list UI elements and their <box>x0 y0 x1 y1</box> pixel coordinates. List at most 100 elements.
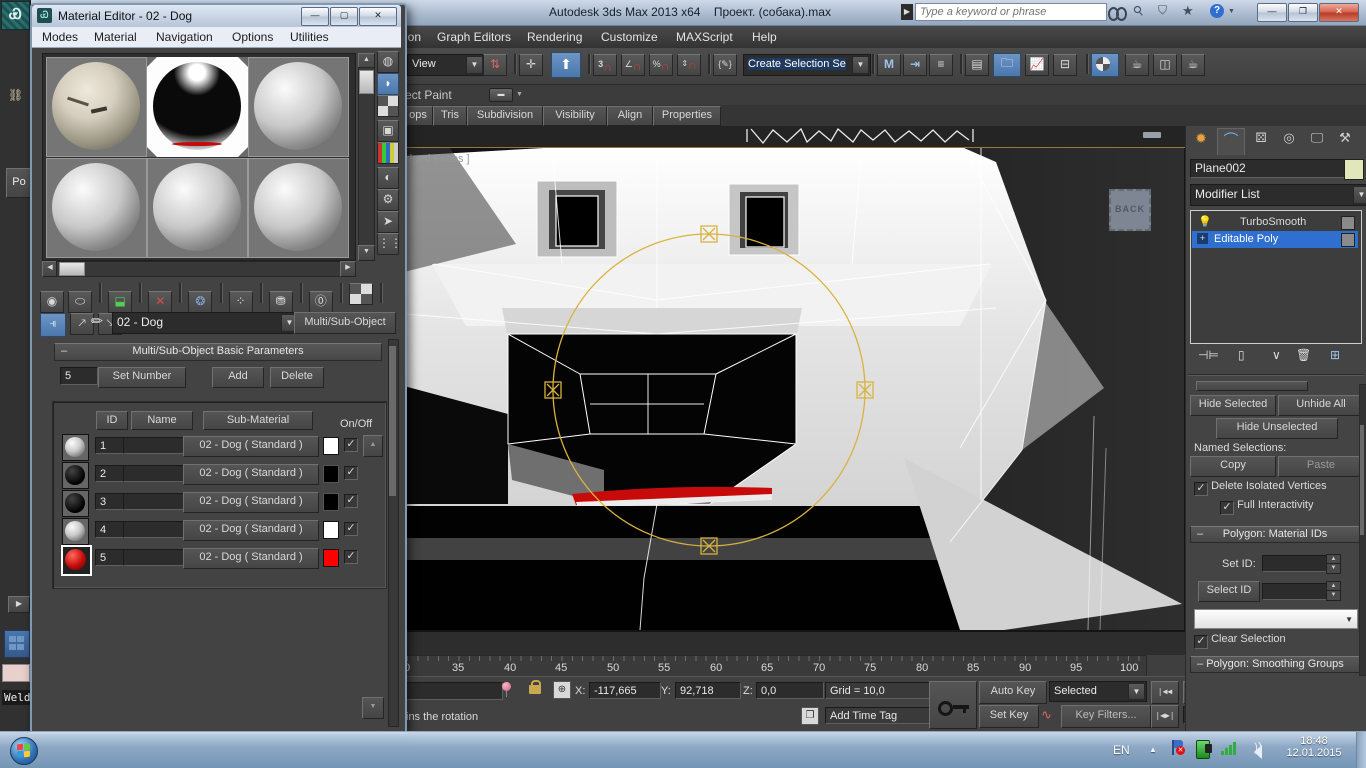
start-button[interactable] <box>5 734 43 768</box>
viewport[interactable]: dged Faces ] BACK <box>403 147 1187 633</box>
slots-vscroll-track[interactable] <box>358 67 375 247</box>
submaterial-button[interactable]: 02 - Dog ( Standard ) <box>183 548 319 569</box>
tab-motion[interactable]: ◎ <box>1277 130 1301 152</box>
max-logo-icon[interactable]: Ꮿ <box>1 1 30 30</box>
submaterial-name-field[interactable] <box>123 437 185 454</box>
basic-parameters-rollout-header[interactable]: Multi/Sub-Object Basic Parameters <box>54 343 382 361</box>
snap-toggle-3d-icon[interactable]: 3∩ <box>593 54 617 76</box>
set-id-field[interactable] <box>1262 555 1330 572</box>
rendered-frame-window-icon[interactable]: ◫ <box>1153 54 1177 76</box>
infocenter-expand-icon[interactable]: ▶ <box>901 4 913 20</box>
named-selection-set-dropdown[interactable]: Create Selection Se▼ <box>743 54 871 76</box>
select-id-spinner[interactable] <box>1326 581 1341 601</box>
me-menu-options[interactable]: Options <box>232 30 273 44</box>
grid-blue-icon[interactable] <box>4 630 30 658</box>
curve-editor-icon[interactable]: 🗀 <box>993 53 1021 77</box>
put-material-to-scene-icon[interactable]: ⬭ <box>68 291 92 313</box>
object-paint-flyout-button[interactable]: ▬ <box>489 88 513 102</box>
stack-item-button[interactable] <box>1341 233 1355 247</box>
me-menu-utilities[interactable]: Utilities <box>290 30 329 44</box>
checkbox-box[interactable] <box>1194 635 1208 649</box>
submaterial-name-field[interactable] <box>123 493 185 510</box>
communicator-icon[interactable]: ❐ <box>801 707 819 725</box>
submaterial-color-swatch[interactable] <box>323 493 339 511</box>
slots-hscroll-track[interactable] <box>56 261 342 277</box>
get-material-icon[interactable]: ◉ <box>40 291 64 313</box>
paste-button[interactable]: Paste <box>1278 456 1364 477</box>
rollout-scroll-down-button[interactable]: ▼ <box>362 697 384 719</box>
make-unique-icon[interactable]: ∨ <box>1272 348 1281 362</box>
submaterial-onoff-checkbox[interactable] <box>344 466 358 480</box>
delete-isolated-vertices-checkbox[interactable]: Delete Isolated Vertices <box>1194 480 1327 496</box>
slots-scroll-right-button[interactable]: ▶ <box>340 261 356 277</box>
material-ids-rollout-header[interactable]: Polygon: Material IDs <box>1190 526 1360 543</box>
close-button[interactable]: ✕ <box>1318 3 1359 22</box>
submaterial-button[interactable]: 02 - Dog ( Standard ) <box>183 436 319 457</box>
submaterial-color-swatch[interactable] <box>323 465 339 483</box>
show-desktop-button[interactable] <box>1356 732 1366 768</box>
menu-graph-editors[interactable]: Graph Editors <box>437 30 511 44</box>
slots-scroll-down-button[interactable]: ▼ <box>358 245 375 261</box>
link-constraint-icon[interactable]: ⛓ <box>8 88 23 102</box>
squeeze-icon[interactable]: ⊟ <box>1053 54 1077 76</box>
material-editor-window[interactable]: Ꮿ Material Editor - 02 - Dog — ▢ ✕ Modes… <box>30 3 407 734</box>
sample-slot[interactable] <box>46 158 147 258</box>
checkbox-box[interactable] <box>1194 482 1208 496</box>
checkbox-box[interactable] <box>1220 501 1234 515</box>
clear-selection-checkbox[interactable]: Clear Selection <box>1194 633 1286 649</box>
make-unique-icon[interactable]: ⁘ <box>229 291 253 313</box>
sample-slot[interactable] <box>248 57 349 157</box>
menu-help[interactable]: Help <box>752 30 777 44</box>
submaterial-color-swatch[interactable] <box>323 549 339 567</box>
pin-stack-icon[interactable]: ⊣⊨ <box>1198 348 1219 362</box>
tab-utilities[interactable]: ⚒ <box>1333 130 1357 152</box>
ribbon-tab-align[interactable]: Align <box>607 106 653 126</box>
submaterial-thumb[interactable] <box>62 434 89 461</box>
hide-selected-button[interactable]: Hide Selected <box>1190 395 1276 416</box>
y-coordinate-field[interactable]: 92,718 <box>675 682 741 699</box>
collapsed-caption-dash[interactable] <box>1143 132 1161 138</box>
tray-power-icon[interactable] <box>1196 740 1210 759</box>
full-interactivity-checkbox[interactable]: Full Interactivity <box>1220 499 1313 515</box>
submaterial-button[interactable]: 02 - Dog ( Standard ) <box>183 464 319 485</box>
me-menu-material[interactable]: Material <box>94 30 137 44</box>
restore-button[interactable]: ❐ <box>1287 3 1318 22</box>
sample-uv-tiling-icon[interactable]: ▣ <box>377 120 399 142</box>
copy-button[interactable]: Copy <box>1190 456 1276 477</box>
material-id-channel-icon[interactable]: ⓪ <box>309 291 333 313</box>
sample-slot[interactable] <box>248 158 349 258</box>
submaterial-color-swatch[interactable] <box>323 521 339 539</box>
po-button-fragment[interactable]: Po <box>6 168 32 198</box>
clipped-button[interactable] <box>1196 381 1308 391</box>
render-setup-icon[interactable]: ☕ <box>1125 54 1149 76</box>
sample-slot[interactable] <box>147 158 248 258</box>
render-production-icon[interactable]: ☕ <box>1181 54 1205 76</box>
align-icon[interactable]: ⇥ <box>903 54 927 76</box>
angle-snap-icon[interactable]: ∠∩ <box>621 54 645 76</box>
stack-item-editable-poly[interactable]: + Editable Poly <box>1192 231 1358 248</box>
panel-scrollbar-thumb[interactable] <box>1360 425 1364 535</box>
timeline-ruler[interactable]: 0 35 40 45 50 55 60 65 70 75 80 85 90 95… <box>403 655 1147 678</box>
submaterial-onoff-checkbox[interactable] <box>344 522 358 536</box>
submaterial-button[interactable]: 02 - Dog ( Standard ) <box>183 492 319 513</box>
sort-id-button[interactable]: ID <box>96 411 128 430</box>
tab-display[interactable]: 🖵 <box>1305 130 1329 152</box>
submaterial-name-field[interactable] <box>123 521 185 538</box>
ribbon-expand-arrow-icon[interactable]: ▼ <box>516 91 523 98</box>
ribbon-tab-tris[interactable]: Tris <box>433 106 467 126</box>
viewport-label-fragment[interactable]: dged Faces ] <box>406 153 470 165</box>
me-vscroll-track[interactable] <box>388 339 399 727</box>
select-id-button[interactable]: Select ID <box>1198 581 1260 602</box>
x-coordinate-field[interactable]: -117,665 <box>589 682 661 699</box>
tray-volume-icon[interactable]: ) ) <box>1246 741 1264 756</box>
material-editor-titlebar[interactable]: Ꮿ Material Editor - 02 - Dog — ▢ ✕ <box>32 5 401 27</box>
mirror-icon[interactable]: M <box>877 54 901 76</box>
dropdown-arrow-icon[interactable]: ▼ <box>1128 683 1145 700</box>
material-name-dropdown[interactable]: 02 - Dog▼ <box>112 312 300 334</box>
toggle-set-key-mode-button[interactable] <box>929 681 977 729</box>
select-by-material-icon[interactable]: ➤ <box>377 211 399 233</box>
object-name-field[interactable]: Plane002 <box>1190 159 1346 178</box>
sample-slot[interactable] <box>46 57 147 157</box>
dropdown-arrow-icon[interactable]: ▼ <box>1353 186 1366 204</box>
tray-language-indicator[interactable]: EN <box>1113 743 1130 757</box>
